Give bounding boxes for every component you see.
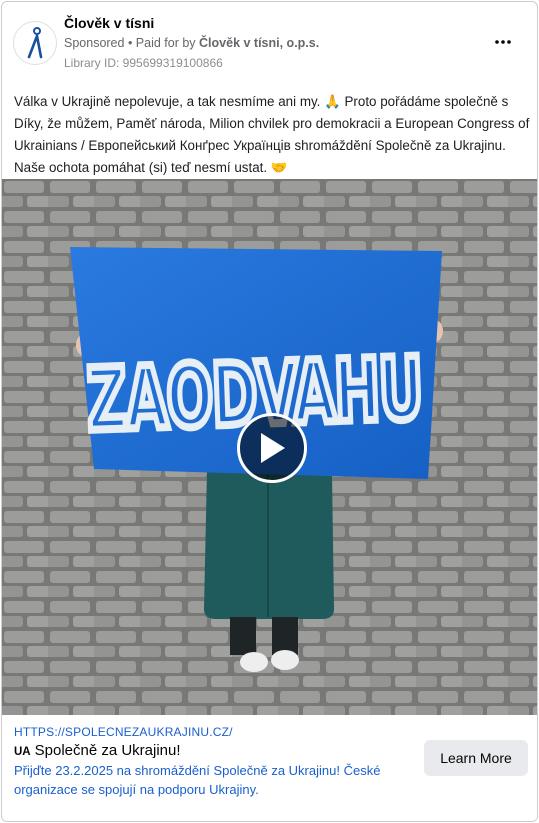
link-title[interactable]: UA Společně za Ukrajinu! [14,742,181,759]
library-id: Library ID: 995699319100866 [64,56,223,70]
page-name[interactable]: Člověk v tísni [64,15,154,31]
sponsored-label: Sponsored [64,36,125,50]
play-icon[interactable] [237,413,307,483]
more-options-icon[interactable] [491,32,515,52]
paid-for-by-label: • Paid for by [124,36,200,50]
video-thumbnail[interactable]: ZAODVAHU [2,179,537,715]
post-text: Válka v Ukrajině nepolevuje, a tak nesmí… [14,94,530,175]
sponsored-meta: Sponsored • Paid for by Člověk v tísni, … [64,36,319,50]
page-avatar[interactable] [13,21,57,65]
paid-by-name[interactable]: Člověk v tísni, o.p.s. [199,36,319,50]
ad-post-card: Člověk v tísni Sponsored • Paid for by Č… [1,1,538,822]
people-in-need-logo-icon [27,27,43,59]
link-description[interactable]: Přijďte 23.2.2025 na shromáždění Společn… [14,761,414,799]
post-header: Člověk v tísni Sponsored • Paid for by Č… [2,2,537,82]
link-title-text: Společně za Ukrajinu! [34,742,181,759]
link-preview[interactable]: HTTPS://SPOLECNEZAUKRAJINU.CZ/ UA Společn… [2,715,537,821]
link-url[interactable]: HTTPS://SPOLECNEZAUKRAJINU.CZ/ [14,725,233,739]
learn-more-button[interactable]: Learn More [424,740,528,776]
ua-prefix: UA [14,746,31,758]
